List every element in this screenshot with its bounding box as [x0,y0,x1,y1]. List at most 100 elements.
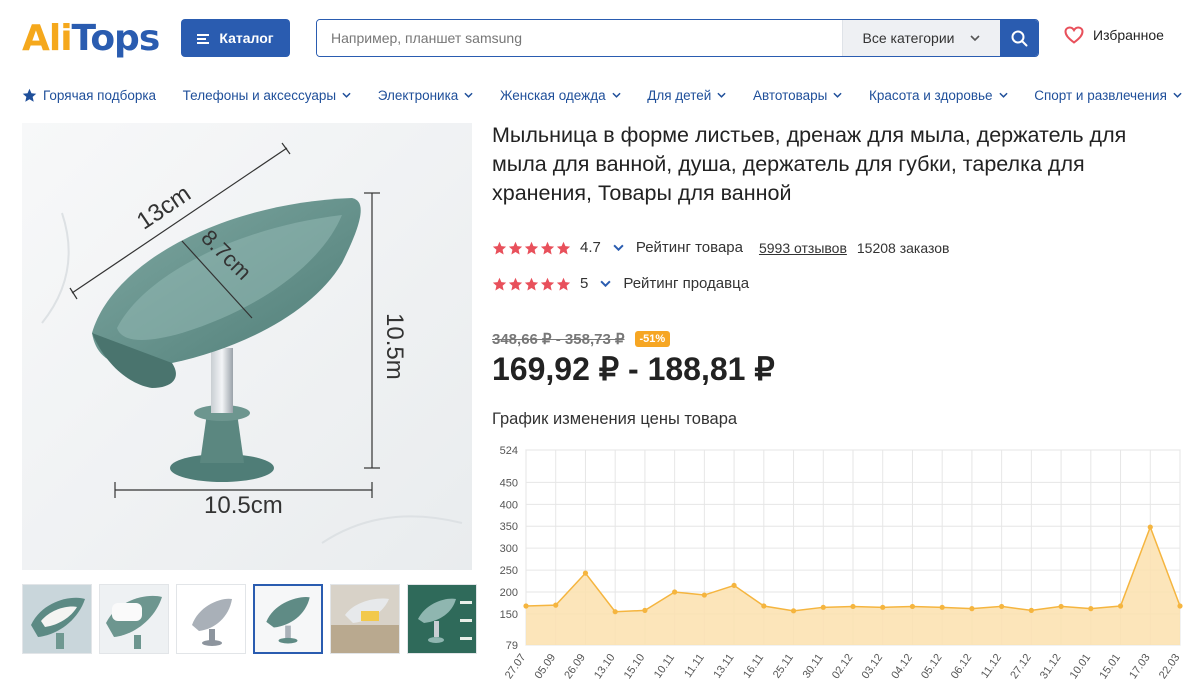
chevron-down-icon [1173,92,1182,98]
reviews-link[interactable]: 5993 отзывов [759,240,847,256]
star-icon [540,241,555,254]
chart-y-tick-label: 250 [500,565,518,577]
chart-x-tick-label: 25.11 [771,652,796,681]
chart-y-tick-label: 150 [500,609,518,621]
star-icon [556,277,571,290]
chart-data-point [1117,603,1124,609]
chart-data-point [939,604,945,610]
chart-x-tick-label: 10.11 [652,652,677,681]
search-bar: Все категории [316,19,1039,57]
chevron-down-icon[interactable] [600,280,611,287]
chevron-down-icon [464,92,473,98]
product-rating-value: 4.7 [580,239,601,256]
site-logo[interactable]: AliTops [22,17,161,61]
nav-item-label: Электроника [377,87,459,103]
chart-data-point [1058,603,1064,610]
current-price: 169,92 ₽ - 188,81 ₽ [492,351,775,387]
old-price: 348,66 ₽ - 358,73 ₽ [492,331,625,348]
nav-item-hot[interactable]: Горячая подборка [22,88,156,103]
chart-y-tick-label: 300 [500,543,518,555]
nav-item-beauty[interactable]: Красота и здоровье [869,88,1008,103]
seller-rating-value: 5 [580,275,589,292]
chevron-down-icon [717,92,726,98]
chart-data-point [612,609,618,615]
chart-x-tick-label: 10.01 [1068,652,1094,681]
search-input[interactable] [317,20,842,56]
star-icon [492,277,507,290]
nav-item-label: Автотовары [752,87,828,103]
favorites-link[interactable]: Избранное [1064,26,1164,44]
thumbnail[interactable] [176,584,246,654]
thumbnail[interactable] [330,584,400,654]
product-title: Мыльница в форме листьев, дренаж для мыл… [492,123,1127,205]
chart-data-point [1177,603,1183,609]
chart-data-point [642,607,648,613]
chevron-down-icon [998,92,1008,98]
chart-data-point [969,606,975,612]
chart-x-tick-label: 22.03 [1157,652,1183,681]
chart-data-point [672,589,678,595]
chart-data-point [582,570,589,576]
chart-data-point [761,603,767,609]
chart-data-point [909,603,916,610]
nav-item-sport[interactable]: Спорт и развлечения [1034,88,1182,103]
chart-y-tick-label: 400 [500,499,518,511]
nav-item-women[interactable]: Женская одежда [500,88,621,103]
thumbnail[interactable] [22,584,92,654]
search-category-select[interactable]: Все категории [842,20,1000,56]
chart-data-point [731,582,737,589]
soap-dish-illustration: 13cm 8.7cm 10.5m 10.5cm [22,123,472,570]
chart-y-tick-label: 200 [500,587,518,599]
star-icon [556,241,571,254]
chart-x-tick-label: 03.12 [860,652,886,681]
nav-item-label: Телефоны и аксессуары [182,87,337,103]
chart-x-tick-label: 31.12 [1038,652,1064,681]
chart-y-tick-label: 79 [506,640,518,652]
nav-item-auto[interactable]: Автотовары [753,88,842,103]
star-icon [508,241,523,254]
star-icon [22,88,37,102]
chart-data-point [1147,524,1153,530]
search-button[interactable] [1000,20,1038,56]
chart-x-tick-label: 04.12 [889,652,915,681]
nav-item-electronics[interactable]: Электроника [378,88,474,103]
nav-item-kids[interactable]: Для детей [647,88,726,103]
chart-data-point [1088,606,1094,612]
search-icon [1011,30,1027,46]
chart-data-point [790,608,797,614]
chart-x-tick-label: 05.09 [533,652,559,681]
product-rating-stars [492,241,571,255]
chart-x-tick-label: 15.10 [622,652,648,681]
chart-x-tick-label: 05.12 [919,652,945,681]
chart-data-point [880,604,886,610]
chart-y-tick-label: 450 [500,477,518,489]
thumbnail[interactable] [407,584,477,654]
chart-data-point [553,602,559,608]
product-rating-label: Рейтинг товара [635,239,743,256]
discount-badge: -51% [634,331,671,347]
nav-item-label: Красота и здоровье [868,87,993,103]
dimension-label-height: 10.5m [381,313,408,380]
thumbnail-active[interactable] [253,584,323,654]
catalog-button[interactable]: Каталог [181,19,290,57]
chart-data-point [523,603,529,609]
chart-data-point [701,592,707,598]
category-nav: Горячая подборка Телефоны и аксессуары Э… [22,84,1182,106]
product-main-image[interactable]: 13cm 8.7cm 10.5m 10.5cm [22,123,472,570]
chart-y-tick-label: 350 [500,521,518,533]
nav-item-label: Спорт и развлечения [1034,87,1167,103]
logo-part-ali: Ali [22,18,73,59]
chart-x-tick-label: 27.12 [1008,652,1034,681]
dimension-label-width: 10.5cm [204,492,283,519]
nav-item-phones[interactable]: Телефоны и аксессуары [183,88,351,103]
chart-x-tick-label: 15.01 [1097,652,1123,681]
logo-part-tops: Tops [71,18,161,59]
product-rating-row: 4.7 Рейтинг товара 5993 отзывов 15208 за… [492,239,949,256]
star-icon [524,241,539,254]
nav-item-label: Горячая подборка [43,87,157,103]
price-chart-heading: График изменения цены товара [492,410,738,428]
thumbnail[interactable] [99,584,169,654]
header: AliTops Каталог Все категории Избранное [0,0,1200,76]
chevron-down-icon[interactable] [613,244,624,251]
chart-x-tick-label: 02.12 [830,652,856,681]
